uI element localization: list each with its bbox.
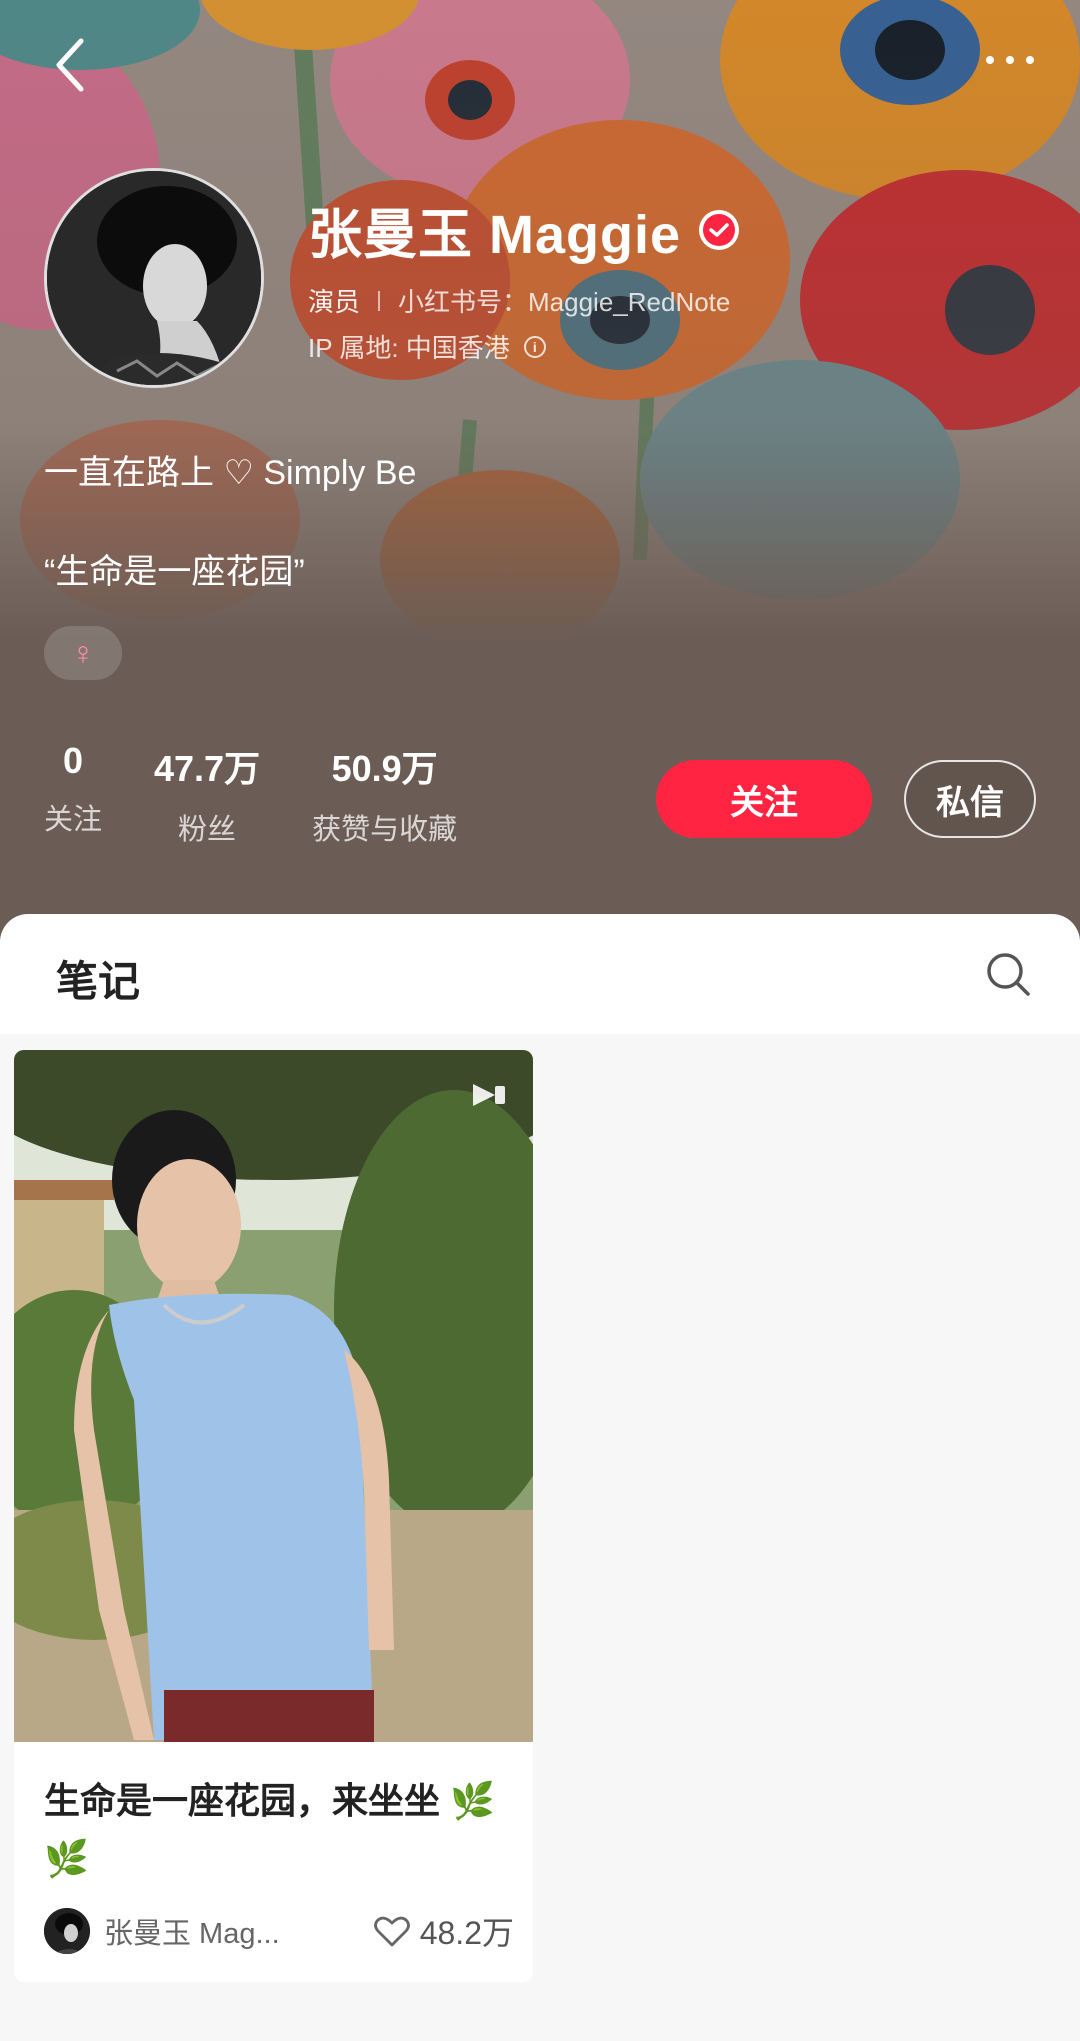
- search-button[interactable]: [984, 950, 1034, 1000]
- search-icon: [987, 953, 1030, 996]
- avatar[interactable]: [44, 168, 264, 388]
- info-icon[interactable]: i: [523, 335, 546, 358]
- stats-row: 0 关注 47.7万 粉丝 50.9万 获赞与收藏: [44, 740, 509, 848]
- profile-meta: 演员 小红书号：Maggie_RedNote: [308, 282, 730, 319]
- bio-line-2: “生命是一座花园”: [44, 553, 305, 591]
- tab-notes[interactable]: 笔记: [56, 948, 140, 1009]
- stat-value: 47.7万: [154, 748, 261, 789]
- avatar-portrait: [47, 171, 261, 385]
- video-icon: [473, 1084, 505, 1106]
- gender-female-icon: ♀: [44, 626, 122, 680]
- divider: [378, 290, 381, 311]
- stat-value: 0: [62, 740, 84, 781]
- name-row: 张曼玉 Maggie: [308, 190, 740, 269]
- tab-bar: [0, 914, 1080, 1034]
- note-author[interactable]: 张曼玉 Mag...: [104, 1910, 304, 1952]
- message-button[interactable]: 私信: [904, 760, 1036, 838]
- note-title[interactable]: 生命是一座花园，来坐坐 🌿🌿: [44, 1772, 514, 1888]
- profile-role: 演员: [308, 287, 361, 317]
- stat-value: 50.9万: [331, 748, 438, 789]
- stat-label: 关注: [44, 804, 103, 836]
- stat-label: 粉丝: [178, 814, 237, 846]
- bio-line-1: 一直在路上 ♡ Simply Be: [44, 454, 417, 492]
- heart-icon: [373, 1916, 410, 1947]
- verified-check-icon: [699, 209, 740, 250]
- author-avatar[interactable]: [44, 1908, 90, 1954]
- stat-label: 获赞与收藏: [312, 814, 458, 846]
- more-dots-icon: [986, 56, 994, 64]
- redbook-id[interactable]: 小红书号：Maggie_RedNote: [398, 282, 730, 319]
- more-button[interactable]: [970, 35, 1050, 85]
- stat-following[interactable]: 0 关注: [44, 740, 102, 848]
- profile-name: 张曼玉 Maggie: [308, 205, 682, 265]
- ip-location-row: IP 属地: 中国香港 i: [308, 328, 546, 365]
- follow-button[interactable]: 关注: [656, 760, 872, 838]
- note-card[interactable]: 生命是一座花园，来坐坐 🌿🌿 张曼玉 Mag... 48.2万: [14, 1050, 533, 1982]
- stat-followers[interactable]: 47.7万 粉丝: [154, 740, 260, 848]
- profile-header: 张曼玉 Maggie 演员 小红书号：Maggie_RedNote IP 属地:…: [0, 0, 1080, 940]
- note-cover-image[interactable]: [14, 1050, 533, 1742]
- chevron-left-icon: [56, 38, 84, 92]
- note-footer: 张曼玉 Mag... 48.2万: [44, 1906, 514, 1956]
- like-button[interactable]: 48.2万: [373, 1908, 514, 1954]
- ip-location: IP 属地: 中国香港: [308, 333, 510, 363]
- back-button[interactable]: [40, 30, 100, 100]
- note-photo: [14, 1050, 533, 1742]
- stat-likes-collects[interactable]: 50.9万 获赞与收藏: [312, 740, 457, 848]
- like-count: 48.2万: [419, 1915, 514, 1951]
